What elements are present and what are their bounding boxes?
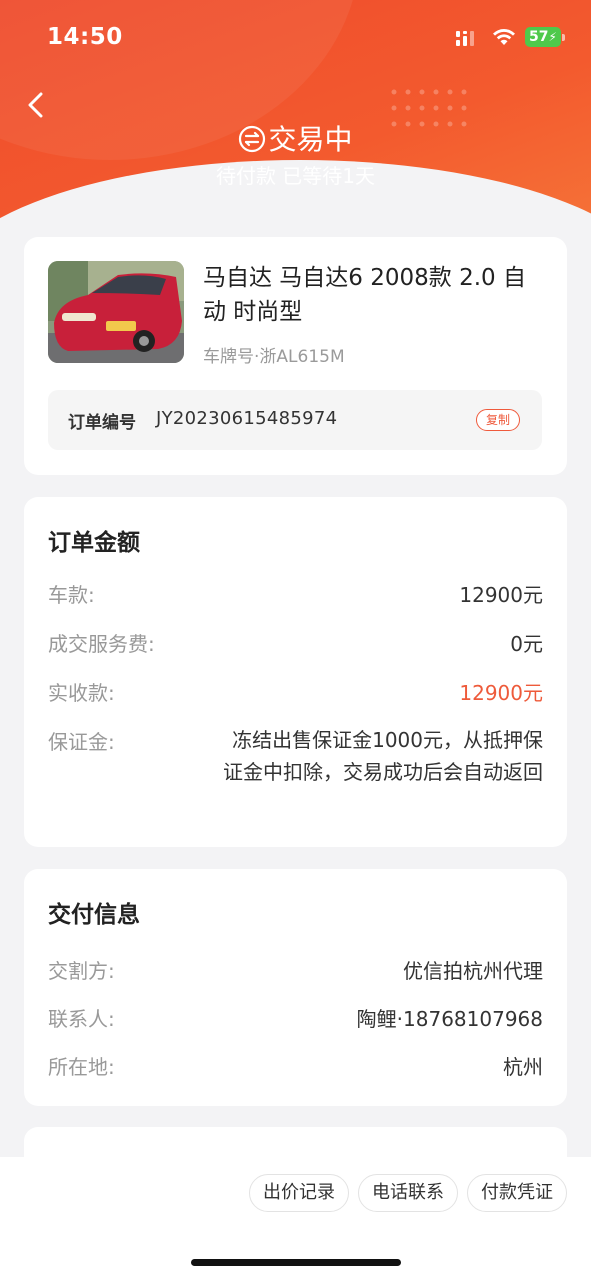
bid-history-button[interactable]: 出价记录 <box>249 1174 349 1212</box>
phone-contact-button[interactable]: 电话联系 <box>358 1174 458 1212</box>
page-title-text: 交易中 <box>268 123 353 156</box>
car-card[interactable]: 马自达 马自达6 2008款 2.0 自动 时尚型 车牌号·浙AL615M 订单… <box>24 237 567 475</box>
deposit-value: 冻结出售保证金1000元，从抵押保证金中扣除，交易成功后会自动返回 <box>223 728 543 784</box>
status-subtitle: 待付款 已等待1天 <box>215 164 376 188</box>
row-label: 交割方: <box>48 959 115 983</box>
back-chevron-icon[interactable] <box>26 92 48 118</box>
received-amount-value: 12900元 <box>459 681 543 705</box>
car-title: 马自达 马自达6 2008款 2.0 自动 时尚型 <box>203 265 526 325</box>
order-number-label: 订单编号 <box>68 413 136 433</box>
order-number-box: 订单编号 JY20230615485974 复制 <box>48 390 542 450</box>
delivery-info-card: 交付信息 交割方: 优信拍杭州代理 联系人: 陶鲤·18768107968 所在… <box>24 869 567 1106</box>
copy-button[interactable]: 复制 <box>476 409 520 431</box>
service-fee-value: 0元 <box>510 632 543 656</box>
car-price-value: 12900元 <box>459 583 543 607</box>
row-label: 实收款: <box>48 681 115 705</box>
battery-tip <box>562 34 565 41</box>
status-bar: 14:50 57⚡ <box>0 0 591 76</box>
contact-value: 陶鲤·18768107968 <box>356 1007 543 1031</box>
row-label: 保证金: <box>48 730 115 754</box>
battery-level: 57 <box>529 29 549 45</box>
payment-receipt-button[interactable]: 付款凭证 <box>467 1174 567 1212</box>
order-amount-card: 订单金额 车款: 12900元 成交服务费: 0元 实收款: 12900元 保证… <box>24 497 567 847</box>
delivery-info-title: 交付信息 <box>48 902 140 928</box>
car-plate: 车牌号·浙AL615M <box>203 347 345 367</box>
exchange-icon <box>239 125 266 153</box>
wifi-icon <box>493 29 515 45</box>
signal-icon <box>456 31 474 46</box>
order-number-value: JY20230615485974 <box>156 408 338 429</box>
order-amount-title: 订单金额 <box>48 530 140 556</box>
delivery-party-value: 优信拍杭州代理 <box>403 959 543 983</box>
row-label: 成交服务费: <box>48 632 155 656</box>
car-photo <box>48 261 184 363</box>
battery-indicator: 57⚡ <box>525 27 561 47</box>
location-value: 杭州 <box>503 1055 543 1079</box>
row-label: 所在地: <box>48 1055 115 1079</box>
row-label: 联系人: <box>48 1007 115 1031</box>
row-label: 车款: <box>48 583 95 607</box>
home-indicator[interactable] <box>191 1259 401 1266</box>
status-time: 14:50 <box>47 24 123 50</box>
page-title: 交易中 <box>0 118 591 158</box>
charging-icon: ⚡ <box>548 30 557 44</box>
bottom-action-bar: 出价记录 电话联系 付款凭证 <box>0 1157 591 1280</box>
